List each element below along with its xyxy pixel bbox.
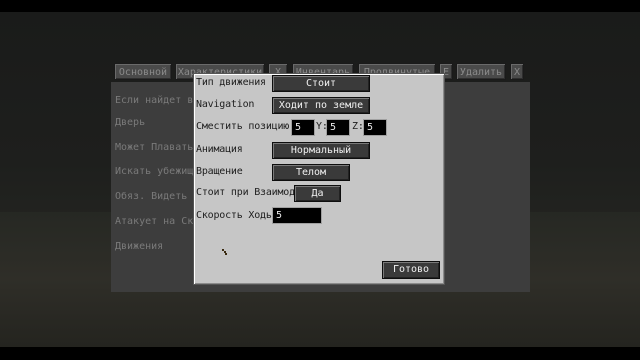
navigation-label: Navigation [196,99,255,110]
offset-position-label: Сместить позицию [196,121,290,132]
navigation-button[interactable]: Ходит по земле [272,97,370,114]
bg-label: Может Плавать [115,142,194,153]
bg-label: Если найдет в [115,95,194,106]
walk-speed-input[interactable] [272,207,322,224]
offset-z-input[interactable] [363,119,387,136]
tab-close[interactable]: Х [510,63,524,80]
offset-z-label: Z: [352,121,364,132]
rotation-label: Вращение [196,166,243,177]
bg-label: Искать убежищ [115,166,194,177]
movement-type-button[interactable]: Стоит [272,75,370,92]
movement-type-label: Тип движения [196,77,266,88]
tab-main[interactable]: Основной [114,63,172,80]
done-button[interactable]: Готово [382,261,440,279]
walk-speed-label: Скорость Ходьбы [196,210,272,221]
interact-label: Стоит при Взаимодействии [196,187,298,198]
tab-delete[interactable]: Удалить [456,63,506,80]
bg-label: Движения [115,241,164,252]
bg-label: Дверь [115,117,146,128]
animation-label: Анимация [196,144,243,155]
mouse-cursor-icon [222,249,227,255]
bg-label: Атакует на Ско [115,216,200,227]
offset-y-input[interactable] [326,119,350,136]
offset-x-input[interactable] [291,119,315,136]
interact-button[interactable]: Да [294,185,341,202]
rotation-button[interactable]: Телом [272,164,350,181]
animation-button[interactable]: Нормальный [272,142,370,159]
bg-label: Обяз. Видеть ц [115,191,200,202]
